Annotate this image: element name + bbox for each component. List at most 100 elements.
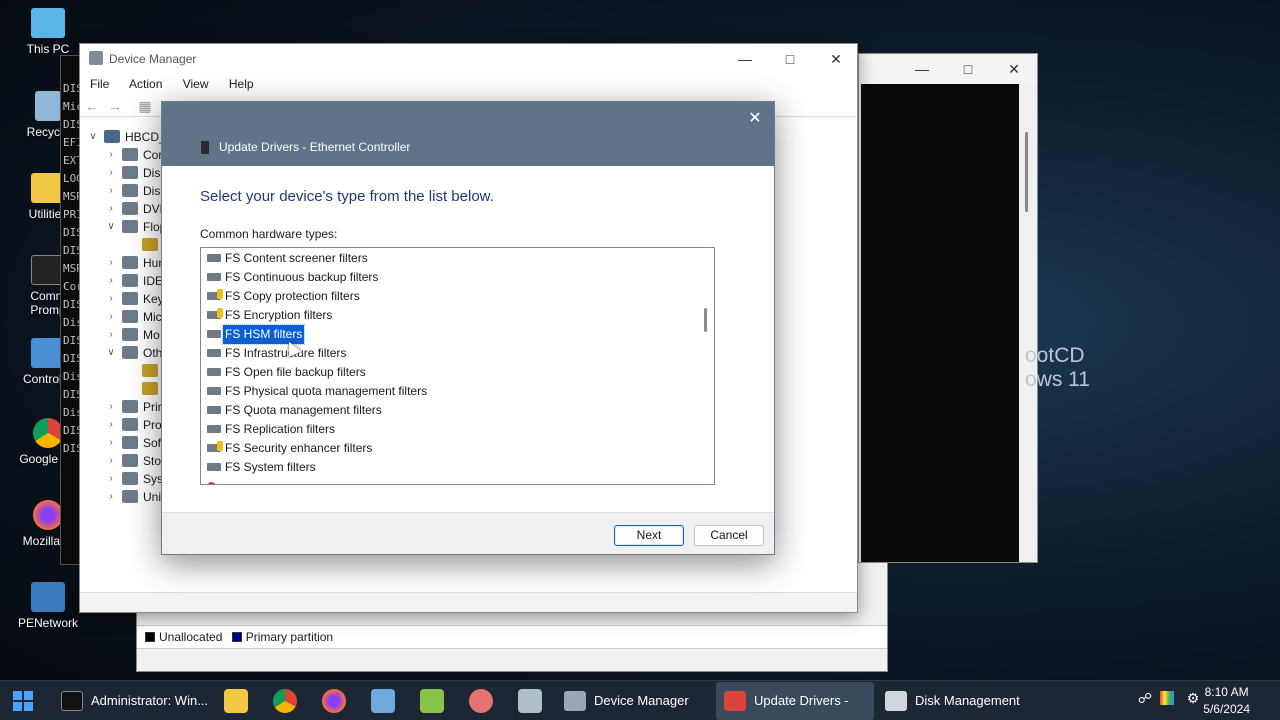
- warning-device-icon: [142, 364, 158, 377]
- maximize-button[interactable]: □: [945, 54, 991, 84]
- menu-bar: File Action View Help: [80, 73, 857, 95]
- clock[interactable]: 8:10 AM 5/6/2024: [1203, 684, 1250, 718]
- chevron-right-icon[interactable]: ›: [106, 470, 116, 488]
- tool-icon[interactable]: [469, 689, 493, 713]
- drive-icon: [207, 330, 221, 338]
- legend-swatch-primary: [231, 632, 242, 642]
- list-item-label: FS Quota management filters: [225, 403, 382, 417]
- notepad-icon[interactable]: [371, 689, 395, 713]
- chevron-down-icon[interactable]: ∨: [106, 344, 116, 362]
- chevron-right-icon[interactable]: ›: [106, 452, 116, 470]
- chevron-right-icon[interactable]: ›: [106, 272, 116, 290]
- dialog-heading: Select your device's type from the list …: [200, 188, 494, 205]
- device-category-icon: [122, 454, 138, 467]
- minimize-button[interactable]: —: [722, 44, 768, 74]
- chevron-right-icon[interactable]: ›: [106, 146, 116, 164]
- legend-label: Unallocated: [159, 630, 223, 644]
- firefox-icon[interactable]: [322, 689, 346, 713]
- menu-view[interactable]: View: [183, 77, 209, 91]
- tree-label: Pro: [143, 418, 162, 432]
- device-manager-icon: [564, 691, 586, 711]
- update-drivers-dialog[interactable]: ✕ Update Drivers - Ethernet Controller S…: [161, 101, 775, 555]
- taskbar-item-device-manager[interactable]: Device Manager: [556, 682, 712, 720]
- console-area: [861, 84, 1019, 562]
- tree-label: Oth: [143, 346, 163, 360]
- properties-icon[interactable]: ▦: [138, 99, 152, 113]
- tree-label: Disl: [143, 166, 163, 180]
- chevron-right-icon[interactable]: ›: [106, 416, 116, 434]
- menu-file[interactable]: File: [90, 77, 109, 91]
- list-item-label: FS Replication filters: [225, 422, 336, 436]
- terminal-icon: [61, 691, 83, 711]
- list-item-label: FS Security enhancer filters: [225, 441, 373, 455]
- device-icon: [201, 141, 209, 154]
- menu-action[interactable]: Action: [129, 77, 162, 91]
- background-window[interactable]: — □ ✕: [858, 53, 1038, 563]
- taskbar: Administrator: Win... Device Manager Upd…: [0, 680, 1280, 720]
- clock-time: 8:10 AM: [1204, 685, 1249, 699]
- device-category-icon: [122, 400, 138, 413]
- taskbar-item-update-drivers[interactable]: Update Drivers - Et...: [716, 682, 874, 720]
- chevron-right-icon[interactable]: ›: [106, 398, 116, 416]
- warning-device-icon: [142, 382, 158, 395]
- taskbar-item-cmd[interactable]: Administrator: Win...: [53, 682, 209, 720]
- file-explorer-icon[interactable]: [224, 689, 248, 713]
- chevron-right-icon[interactable]: ›: [106, 290, 116, 308]
- list-scrollbar[interactable]: [697, 248, 714, 484]
- chevron-right-icon[interactable]: ›: [106, 182, 116, 200]
- forward-arrow-icon[interactable]: →: [108, 99, 122, 113]
- device-category-icon: [122, 310, 138, 323]
- chevron-down-icon[interactable]: ∨: [106, 218, 116, 236]
- close-button[interactable]: ✕: [744, 108, 766, 130]
- legend-swatch-unallocated: [145, 632, 155, 642]
- start-button[interactable]: [13, 691, 33, 711]
- taskbar-item-label: Administrator: Win...: [91, 693, 209, 708]
- hardware-types-list[interactable]: FS Content screener filters FS Continuous…: [200, 247, 715, 485]
- drive-icon: [207, 273, 221, 281]
- chevron-right-icon[interactable]: ›: [106, 434, 116, 452]
- monitor-icon: [31, 8, 65, 38]
- cancel-button[interactable]: Cancel: [694, 525, 764, 546]
- chevron-right-icon[interactable]: ›: [106, 308, 116, 326]
- spreadsheet-icon[interactable]: [420, 689, 444, 713]
- dialog-body: Select your device's type from the list …: [162, 166, 774, 512]
- back-arrow-icon[interactable]: ←: [85, 99, 99, 113]
- minimize-button[interactable]: —: [899, 54, 945, 84]
- device-category-icon: [122, 184, 138, 197]
- chevron-right-icon[interactable]: ›: [106, 164, 116, 182]
- drive-icon: [207, 463, 221, 471]
- device-category-icon: [122, 220, 138, 233]
- device-category-icon: [122, 328, 138, 341]
- network-icon: [31, 582, 65, 612]
- error-icon: [207, 482, 216, 484]
- legend-label: Primary partition: [245, 630, 334, 644]
- drive-icon: [207, 406, 221, 414]
- next-button[interactable]: Next: [614, 525, 684, 546]
- update-drivers-icon: [724, 691, 746, 711]
- scroll-thumb[interactable]: [704, 308, 707, 332]
- color-tray-icon[interactable]: [1160, 691, 1174, 705]
- settings-tray-icon[interactable]: ⚙: [1184, 689, 1202, 707]
- maximize-button[interactable]: □: [767, 44, 813, 74]
- menu-help[interactable]: Help: [229, 77, 254, 91]
- chevron-down-icon[interactable]: ∨: [88, 128, 98, 146]
- key-drive-icon: [207, 308, 223, 319]
- chevron-right-icon[interactable]: ›: [106, 488, 116, 506]
- network-tray-icon[interactable]: ☍: [1136, 689, 1154, 707]
- chrome-icon[interactable]: [273, 689, 297, 713]
- recycle-bin-icon: [35, 91, 61, 121]
- close-button[interactable]: ✕: [991, 54, 1037, 84]
- calculator-icon[interactable]: [518, 689, 542, 713]
- list-item-label: FS Physical quota management filters: [225, 384, 428, 398]
- close-button[interactable]: ✕: [813, 44, 859, 74]
- scrollbar[interactable]: [1019, 84, 1037, 562]
- chevron-right-icon[interactable]: ›: [106, 326, 116, 344]
- desktop-icon-label: PENetwork: [17, 616, 79, 630]
- device-category-icon: [122, 490, 138, 503]
- computer-icon: [104, 130, 120, 143]
- chevron-right-icon[interactable]: ›: [106, 254, 116, 272]
- chevron-right-icon[interactable]: ›: [106, 200, 116, 218]
- device-category-icon: [122, 418, 138, 431]
- taskbar-item-disk-management[interactable]: Disk Management: [877, 682, 1033, 720]
- title-bar[interactable]: Device Manager — □ ✕: [80, 44, 857, 73]
